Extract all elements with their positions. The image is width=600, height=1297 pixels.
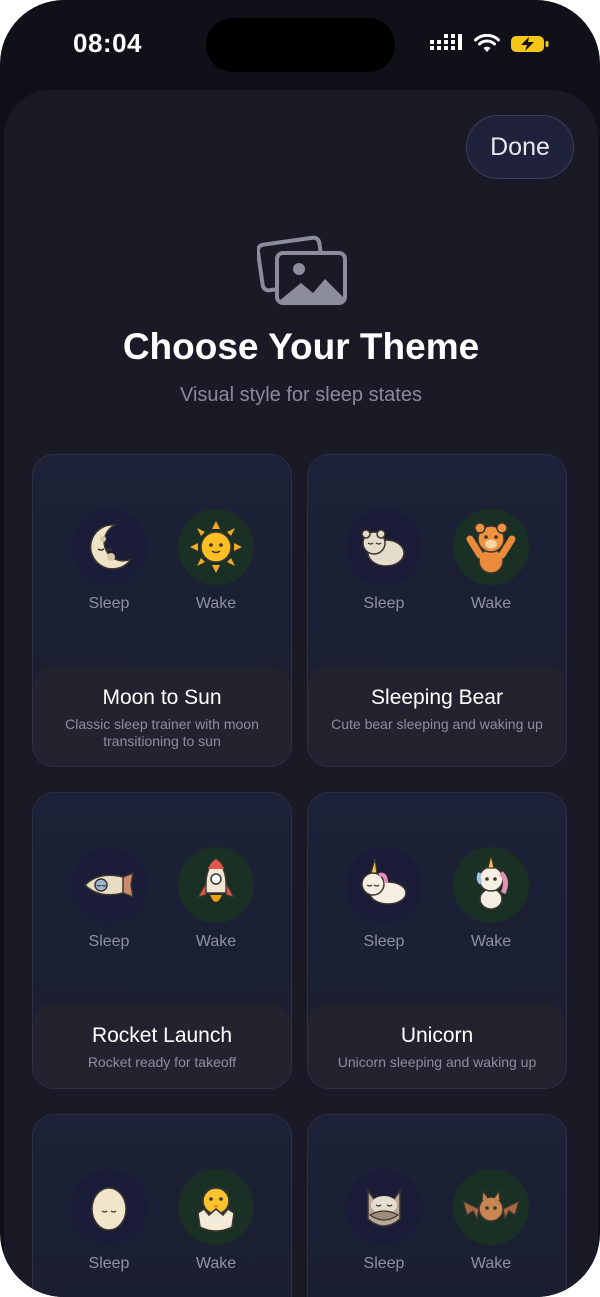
- theme-description: Rocket ready for takeoff: [87, 1054, 237, 1070]
- cellular-signal-icon: [430, 34, 462, 50]
- wake-label: Wake: [195, 933, 237, 950]
- wake-label: Wake: [195, 595, 237, 612]
- egg-icon: [91, 1187, 127, 1231]
- page-subtitle: Visual style for sleep states: [180, 384, 422, 406]
- wake-preview: [178, 847, 254, 923]
- waking-bear-icon: [466, 522, 516, 574]
- sleep-preview: [71, 509, 147, 585]
- wifi-icon: [474, 34, 500, 52]
- wake-preview: [453, 509, 529, 585]
- bat-icon: [461, 1189, 521, 1222]
- sun-icon: [190, 521, 242, 573]
- wake-preview: [178, 509, 254, 585]
- theme-info: Sleeping Bear Cute bear sleeping and wak…: [308, 666, 566, 766]
- theme-info: Moon to Sun Classic sleep trainer with m…: [33, 666, 291, 766]
- theme-picker-sheet: Done Choose Your Theme Visual style for …: [4, 90, 598, 1297]
- page-title: Choose Your Theme: [122, 326, 480, 367]
- theme-card-moon-to-sun[interactable]: Sleep Wake Moon to Sun Classic sleep tra…: [32, 454, 292, 767]
- dynamic-island: [206, 18, 395, 72]
- theme-card-owl-to-bat[interactable]: Sleep Wake: [307, 1114, 567, 1297]
- sleeping-bear-icon: [361, 529, 405, 567]
- theme-card-unicorn[interactable]: Sleep Wake Unicorn Unicorn sleeping and …: [307, 792, 567, 1089]
- status-icons: [430, 31, 550, 57]
- done-button[interactable]: Done: [466, 115, 574, 179]
- theme-card-sleeping-bear[interactable]: Sleep Wake Sleeping Bear Cute bear sleep…: [307, 454, 567, 767]
- status-time: 08:04: [73, 28, 142, 58]
- phone-screen: 08:04 Done Choose Your Theme Visual styl…: [0, 0, 600, 1297]
- hatched-chick-icon: [197, 1187, 235, 1232]
- sleep-label: Sleep: [88, 933, 130, 950]
- wake-preview: [453, 1169, 529, 1245]
- sleeping-owl-icon: [367, 1188, 401, 1227]
- theme-name: Sleeping Bear: [371, 686, 503, 709]
- wake-preview: [453, 847, 529, 923]
- sleep-preview: [71, 847, 147, 923]
- sleep-preview: [346, 1169, 422, 1245]
- theme-description: Unicorn sleeping and waking up: [337, 1054, 537, 1070]
- wake-label: Wake: [470, 1255, 512, 1272]
- resting-rocket-icon: [83, 871, 134, 899]
- moon-icon: [89, 524, 134, 570]
- waking-unicorn-icon: [476, 854, 509, 910]
- theme-name: Unicorn: [400, 1024, 474, 1047]
- launching-rocket-icon: [196, 858, 236, 902]
- theme-card-egg-to-chick[interactable]: Sleep Wake: [32, 1114, 292, 1297]
- theme-name: Rocket Launch: [91, 1024, 233, 1047]
- sleep-label: Sleep: [363, 933, 405, 950]
- sleep-label: Sleep: [88, 1255, 130, 1272]
- theme-card-rocket-launch[interactable]: Sleep Wake Rocket Launch Rocket ready fo…: [32, 792, 292, 1089]
- sleeping-unicorn-icon: [361, 858, 407, 905]
- wake-label: Wake: [470, 933, 512, 950]
- theme-description: Classic sleep trainer with moon transiti…: [65, 716, 259, 749]
- sleep-preview: [346, 847, 422, 923]
- theme-info: Rocket Launch Rocket ready for takeoff: [33, 1004, 291, 1088]
- sleep-label: Sleep: [363, 1255, 405, 1272]
- photos-icon: [257, 235, 347, 305]
- sleep-preview: [346, 509, 422, 585]
- theme-name: Moon to Sun: [102, 686, 222, 709]
- sleep-label: Sleep: [363, 595, 405, 612]
- theme-description: Cute bear sleeping and waking up: [331, 716, 543, 732]
- wake-label: Wake: [195, 1255, 237, 1272]
- wake-preview: [178, 1169, 254, 1245]
- sleep-label: Sleep: [88, 595, 130, 612]
- battery-charging-icon: [511, 36, 549, 52]
- wake-label: Wake: [470, 595, 512, 612]
- sleep-preview: [71, 1169, 147, 1245]
- status-bar: 08:04: [0, 0, 600, 88]
- theme-info: Unicorn Unicorn sleeping and waking up: [308, 1004, 566, 1088]
